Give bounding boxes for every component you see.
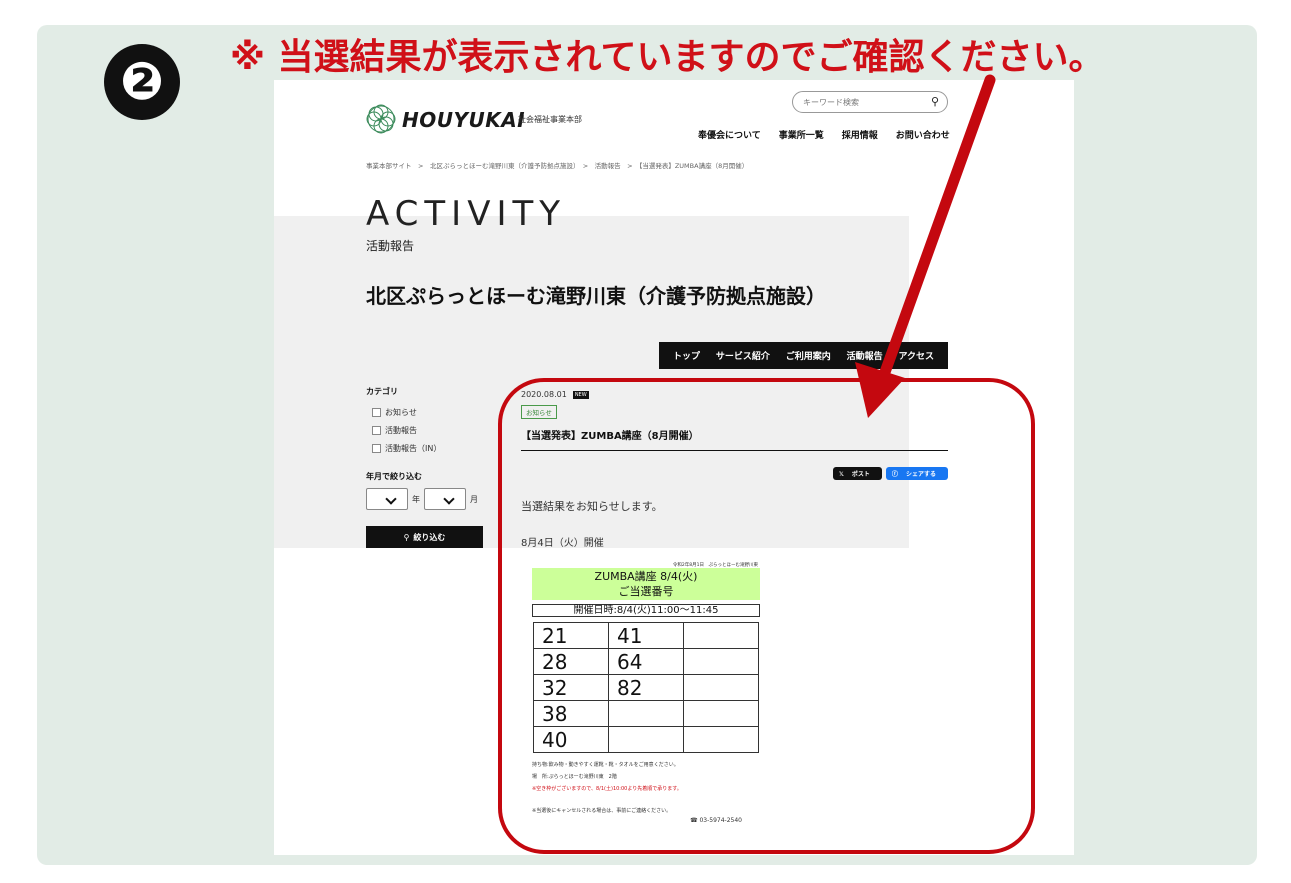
category-label: 活動報告 <box>385 425 417 435</box>
search-icon[interactable]: ⚲ <box>931 95 939 108</box>
category-option[interactable]: お知らせ <box>372 403 496 421</box>
logo-subtitle: 社会福祉事業本部 <box>518 115 582 124</box>
sidebar: カテゴリ お知らせ 活動報告 活動報告（IN） 年月で絞り込む 年 月 ⚲ 絞り… <box>366 386 496 548</box>
section-subtitle: 活動報告 <box>366 239 415 253</box>
year-select[interactable] <box>366 488 408 510</box>
logo-text[interactable]: HOUYUKAI <box>402 108 525 132</box>
checkbox[interactable] <box>372 443 381 453</box>
step-badge: ❷ <box>104 44 180 120</box>
nav-offices[interactable]: 事業所一覧 <box>779 128 824 141</box>
category-option[interactable]: 活動報告（IN） <box>372 439 496 457</box>
nav-recruit[interactable]: 採用情報 <box>842 128 878 141</box>
checkbox[interactable] <box>372 425 381 435</box>
checkbox[interactable] <box>372 407 381 417</box>
search-icon: ⚲ <box>403 532 410 542</box>
highlight-callout <box>498 378 1035 854</box>
filter-button[interactable]: ⚲ 絞り込む <box>366 526 483 548</box>
search-input[interactable] <box>803 95 923 110</box>
breadcrumb[interactable]: 事業本部サイト > 北区ぷらっとほーむ滝野川東（介護予防拠点施設） > 活動報告… <box>366 160 748 170</box>
headline: ※ 当選結果が表示されていますのでご確認ください。 <box>230 37 1105 78</box>
month-select[interactable] <box>424 488 466 510</box>
facility-subnav: トップ サービス紹介 ご利用案内 活動報告 アクセス <box>659 342 948 369</box>
section-title: ACTIVITY <box>366 194 567 234</box>
logo-icon <box>366 104 396 134</box>
top-navigation: 奉優会について 事業所一覧 採用情報 お問い合わせ <box>698 128 950 141</box>
subnav-top[interactable]: トップ <box>673 349 700 362</box>
category-heading: カテゴリ <box>366 387 398 396</box>
nav-contact[interactable]: お問い合わせ <box>896 128 950 141</box>
nav-about[interactable]: 奉優会について <box>698 128 761 141</box>
category-label: お知らせ <box>385 407 417 417</box>
category-option[interactable]: 活動報告 <box>372 421 496 439</box>
facility-name: 北区ぷらっとほーむ滝野川東（介護予防拠点施設） <box>366 284 826 308</box>
date-filter-heading: 年月で絞り込む <box>366 472 422 481</box>
filter-button-label: 絞り込む <box>413 532 446 542</box>
subnav-guide[interactable]: ご利用案内 <box>786 349 831 362</box>
subnav-services[interactable]: サービス紹介 <box>716 349 770 362</box>
subnav-reports[interactable]: 活動報告 <box>847 349 883 362</box>
category-label: 活動報告（IN） <box>385 443 442 453</box>
month-suffix: 月 <box>470 494 478 504</box>
year-suffix: 年 <box>412 494 420 504</box>
year-month-selects: 年 月 <box>366 488 496 510</box>
search-box[interactable]: ⚲ <box>792 91 948 113</box>
subnav-access[interactable]: アクセス <box>899 349 935 362</box>
